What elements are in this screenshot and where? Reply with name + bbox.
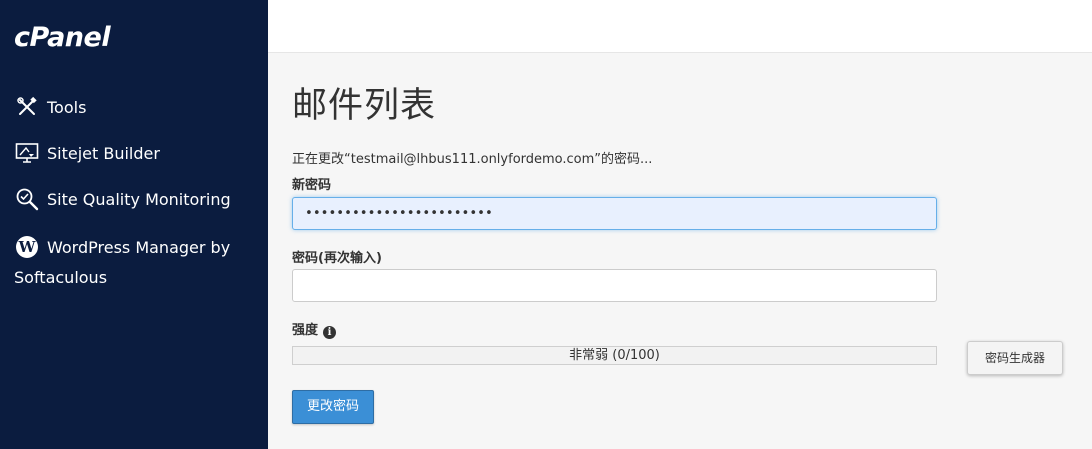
strength-label: 强度 [292, 323, 319, 338]
page-title: 邮件列表 [292, 86, 437, 126]
changing-password-notice: 正在更改“testmail@lhbus111.onlyfordemo.com”的… [292, 152, 653, 167]
password-strength-meter: 非常弱 (0/100) [292, 346, 937, 365]
sidebar-item-tools[interactable]: Tools [0, 84, 268, 130]
cpanel-logo[interactable]: cPanel [14, 22, 111, 53]
confirm-password-label: 密码(再次输入) [292, 251, 382, 266]
info-icon[interactable]: i [323, 326, 337, 339]
change-password-button[interactable]: 更改密码 [292, 390, 374, 424]
app-root: cPanel Tools Sitejet Builder Site Qualit… [0, 0, 1092, 449]
monitor-icon [14, 140, 40, 166]
strength-text: 非常弱 (0/100) [569, 348, 660, 363]
new-password-input[interactable] [292, 197, 937, 230]
confirm-password-input[interactable] [292, 269, 937, 302]
strength-label-row: 强度 i [292, 319, 337, 339]
sidebar-item-label-line2: Softaculous [14, 268, 108, 287]
tools-icon [14, 94, 40, 120]
sidebar: cPanel Tools Sitejet Builder Site Qualit… [0, 0, 268, 449]
search-icon [14, 186, 40, 212]
password-generator-button[interactable]: 密码生成器 [967, 341, 1063, 375]
sidebar-item-site-quality-monitoring[interactable]: Site Quality Monitoring [0, 176, 268, 222]
sidebar-item-label: Site Quality Monitoring [47, 189, 231, 209]
sidebar-item-wordpress-manager[interactable]: W WordPress Manager by Softaculous [0, 222, 268, 287]
sidebar-nav: Tools Sitejet Builder Site Quality Monit… [0, 84, 268, 287]
svg-text:W: W [18, 238, 37, 256]
wordpress-icon: W [14, 234, 40, 260]
new-password-label: 新密码 [292, 178, 332, 193]
sidebar-item-label: WordPress Manager by [47, 237, 231, 257]
sidebar-item-label: Tools [47, 97, 87, 117]
sidebar-item-label: Sitejet Builder [47, 143, 160, 163]
top-header [268, 0, 1092, 53]
sidebar-item-sitejet-builder[interactable]: Sitejet Builder [0, 130, 268, 176]
